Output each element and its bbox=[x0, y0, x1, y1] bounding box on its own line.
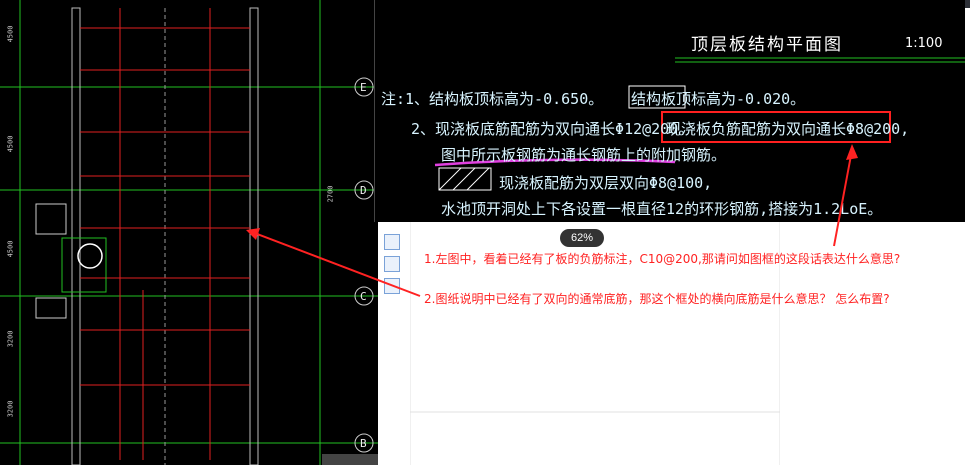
annotation-arrows bbox=[246, 144, 858, 297]
tab-label-strip bbox=[322, 454, 378, 465]
